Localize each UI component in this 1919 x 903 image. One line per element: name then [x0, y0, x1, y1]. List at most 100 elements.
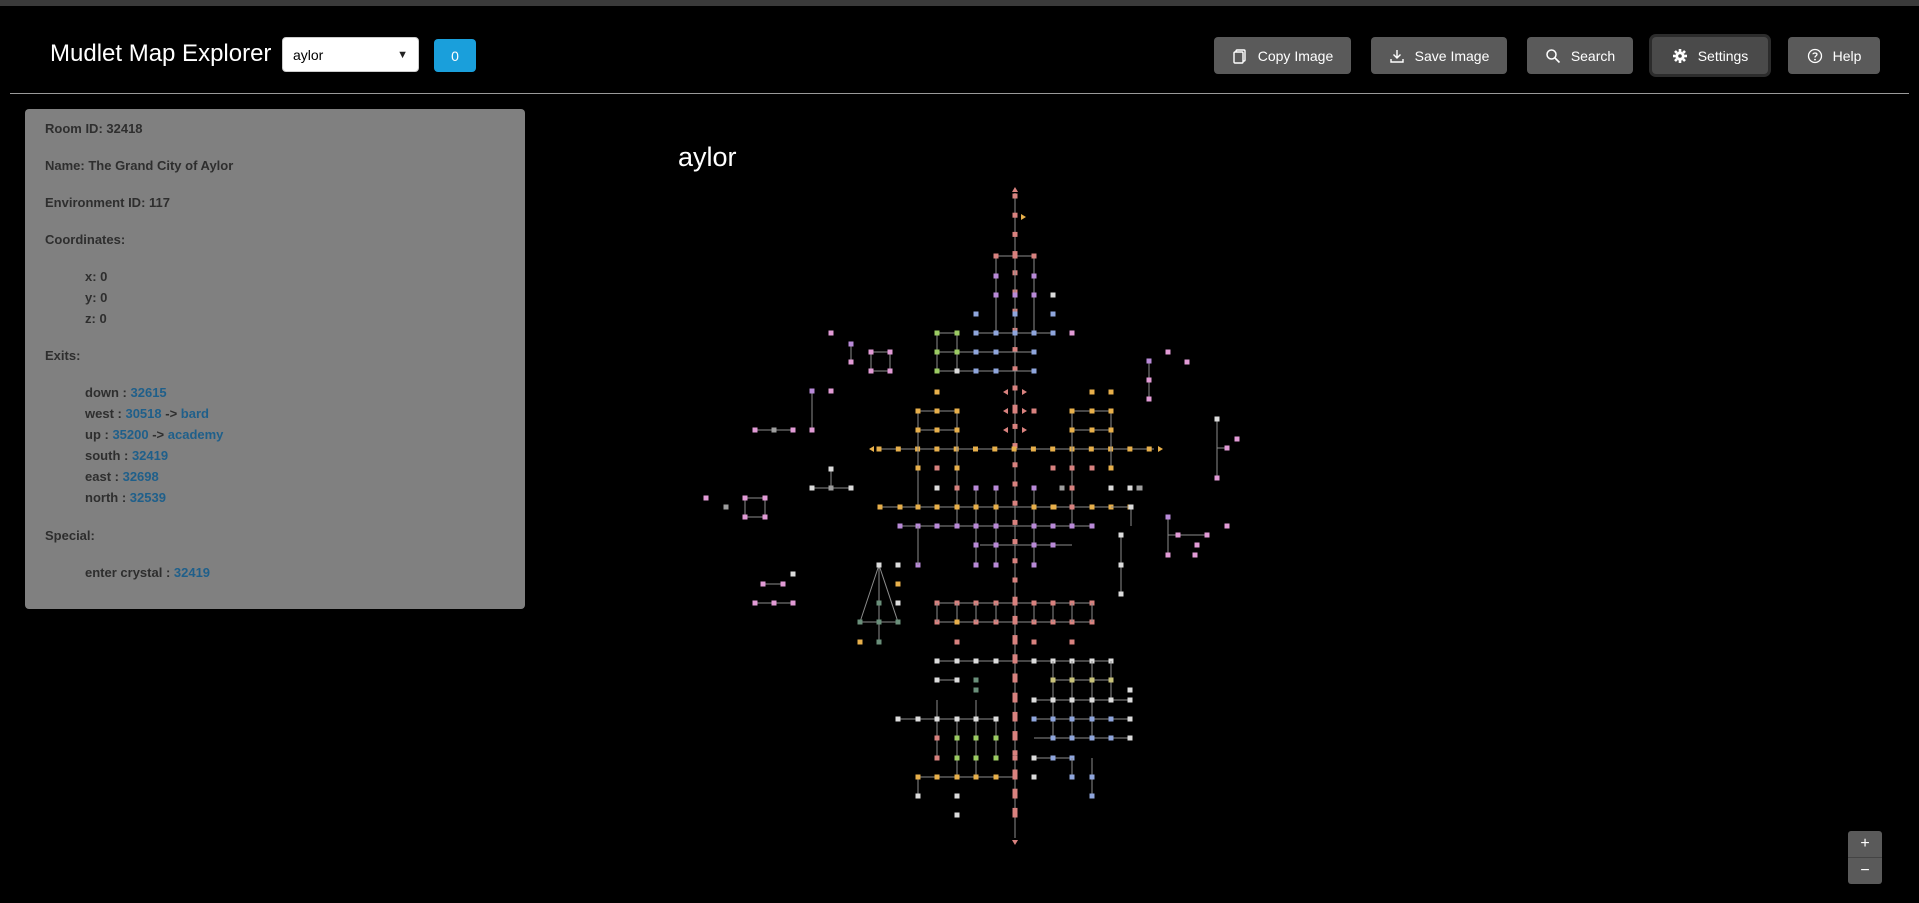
map-room[interactable]	[1012, 408, 1018, 414]
map-room[interactable]	[809, 485, 815, 491]
map-room[interactable]	[1069, 774, 1075, 780]
map-room[interactable]	[1031, 523, 1037, 529]
zoom-out-button[interactable]: −	[1848, 858, 1882, 884]
map-room[interactable]	[1031, 253, 1037, 259]
map-room[interactable]	[1012, 600, 1018, 606]
map-room[interactable]	[954, 716, 960, 722]
map-room[interactable]	[1127, 716, 1133, 722]
map-room[interactable]	[1108, 485, 1114, 491]
map-room[interactable]	[954, 504, 960, 510]
map-room[interactable]	[1089, 697, 1095, 703]
map-room[interactable]	[857, 639, 863, 645]
map-room[interactable]	[1146, 358, 1152, 364]
map-room[interactable]	[993, 774, 999, 780]
map-room[interactable]	[1050, 677, 1056, 683]
map-room[interactable]	[1012, 212, 1018, 218]
map-room[interactable]	[1069, 735, 1075, 741]
map-room[interactable]	[876, 562, 882, 568]
map-room[interactable]	[1127, 485, 1133, 491]
map-room[interactable]	[1012, 558, 1018, 564]
map-room[interactable]	[1108, 716, 1114, 722]
map-room[interactable]	[1127, 735, 1133, 741]
map-room[interactable]	[1069, 504, 1075, 510]
map-room[interactable]	[1059, 485, 1065, 491]
map-room[interactable]	[752, 427, 758, 433]
map-room[interactable]	[1108, 389, 1114, 395]
map-room[interactable]	[973, 311, 979, 317]
map-room[interactable]	[895, 716, 901, 722]
map-room[interactable]	[1012, 812, 1018, 818]
map-room[interactable]	[828, 330, 834, 336]
map-room[interactable]	[1050, 311, 1056, 317]
map-room[interactable]	[1089, 774, 1095, 780]
map-room[interactable]	[1165, 349, 1171, 355]
map-room[interactable]	[1031, 368, 1037, 374]
map-room[interactable]	[771, 600, 777, 606]
map-room[interactable]	[954, 408, 960, 414]
map-room[interactable]	[1069, 716, 1075, 722]
map-room[interactable]	[1012, 519, 1018, 525]
map-room[interactable]	[1012, 692, 1018, 698]
map-room[interactable]	[1012, 750, 1018, 756]
map-room[interactable]	[1214, 475, 1220, 481]
map-room[interactable]	[993, 755, 999, 761]
map-room[interactable]	[954, 619, 960, 625]
map-room[interactable]	[973, 677, 979, 683]
map-room[interactable]	[1069, 523, 1075, 529]
map-room[interactable]	[1012, 481, 1018, 487]
map-room[interactable]	[934, 677, 940, 683]
map-room[interactable]	[954, 349, 960, 355]
map-room[interactable]	[780, 581, 786, 587]
map-room[interactable]	[1031, 542, 1037, 548]
map-room[interactable]	[760, 581, 766, 587]
map-room[interactable]	[809, 427, 815, 433]
map-room[interactable]	[771, 427, 777, 433]
map-room[interactable]	[1050, 523, 1056, 529]
map-room[interactable]	[857, 619, 863, 625]
map-room[interactable]	[895, 562, 901, 568]
map-room[interactable]	[954, 523, 960, 529]
map-room[interactable]	[993, 485, 999, 491]
zoom-in-button[interactable]: +	[1848, 831, 1882, 857]
map-room[interactable]	[1012, 788, 1018, 794]
map-room[interactable]	[1031, 408, 1037, 414]
map-room[interactable]	[1050, 716, 1056, 722]
map-room[interactable]	[934, 368, 940, 374]
map-room[interactable]	[848, 341, 854, 347]
map-room[interactable]	[1108, 697, 1114, 703]
map-room[interactable]	[934, 408, 940, 414]
map-room[interactable]	[1012, 462, 1018, 468]
map-room[interactable]	[993, 330, 999, 336]
map-room[interactable]	[973, 716, 979, 722]
map-room[interactable]	[895, 600, 901, 606]
map-room[interactable]	[973, 504, 979, 510]
map-room[interactable]	[1012, 735, 1018, 741]
map-room[interactable]	[934, 465, 940, 471]
map-room[interactable]	[1050, 697, 1056, 703]
map-room[interactable]	[1051, 504, 1057, 510]
map-room[interactable]	[1108, 427, 1114, 433]
map-graph[interactable]	[0, 0, 1919, 903]
map-room[interactable]	[1012, 711, 1018, 717]
map-room[interactable]	[877, 504, 883, 510]
map-room[interactable]	[1088, 446, 1094, 452]
map-room[interactable]	[1089, 465, 1095, 471]
map-room[interactable]	[1012, 347, 1018, 353]
map-room[interactable]	[1118, 532, 1124, 538]
map-room[interactable]	[1050, 600, 1056, 606]
map-room[interactable]	[973, 368, 979, 374]
map-room[interactable]	[1012, 385, 1018, 391]
map-room[interactable]	[934, 658, 940, 664]
map-room[interactable]	[1031, 774, 1037, 780]
map-room[interactable]	[876, 600, 882, 606]
map-room[interactable]	[915, 408, 921, 414]
map-room[interactable]	[1108, 465, 1114, 471]
map-room[interactable]	[1127, 697, 1133, 703]
map-room[interactable]	[809, 388, 815, 394]
map-room[interactable]	[1069, 639, 1075, 645]
map-room[interactable]	[1031, 600, 1037, 606]
map-room[interactable]	[954, 755, 960, 761]
map-room[interactable]	[703, 495, 709, 501]
map-room[interactable]	[973, 523, 979, 529]
map-room[interactable]	[1012, 658, 1018, 664]
